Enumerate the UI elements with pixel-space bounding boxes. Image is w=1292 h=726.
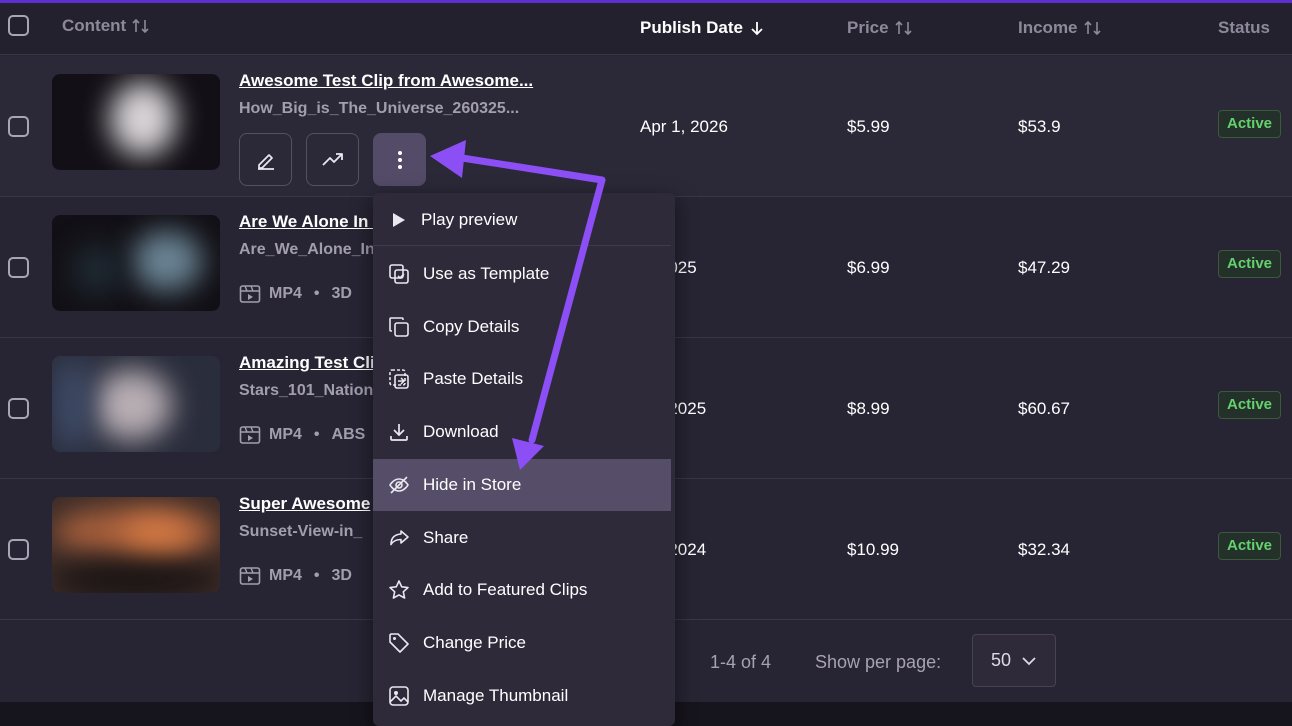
status-badge: Active: [1218, 110, 1282, 138]
income: $47.29: [1018, 258, 1070, 277]
paste-icon: [389, 369, 409, 389]
download-icon: [390, 424, 408, 441]
pencil-icon: [257, 153, 274, 170]
price: $8.99: [847, 399, 890, 418]
trending-up-icon: [321, 152, 343, 166]
table-row[interactable]: Awesome Test Clip from Awesome... How_Bi…: [0, 56, 1292, 197]
row-checkbox[interactable]: [8, 116, 29, 137]
edit-button[interactable]: [239, 133, 292, 186]
select-all-checkbox[interactable]: [8, 15, 29, 36]
star-icon: [389, 580, 409, 599]
image-icon: [389, 686, 409, 706]
play-icon: [393, 213, 405, 227]
column-header-income[interactable]: Income: [1018, 18, 1102, 38]
status-badge: Active: [1218, 532, 1282, 560]
video-file-icon: [239, 426, 261, 444]
eye-off-icon: [389, 476, 409, 494]
status-badge: Active: [1218, 391, 1282, 419]
context-menu: Play preview Use as Template Copy Detail…: [373, 193, 675, 726]
video-file-icon: [239, 567, 261, 585]
clip-meta: MP4 • ABS: [239, 425, 365, 445]
more-options-button[interactable]: [373, 133, 426, 186]
menu-item-change-price[interactable]: Change Price: [373, 617, 671, 669]
clip-meta: MP4 • 3D: [239, 566, 352, 586]
menu-item-manage-thumbnail[interactable]: Manage Thumbnail: [373, 670, 671, 722]
kebab-icon: [397, 150, 402, 169]
copy-icon: [389, 317, 409, 337]
clip-filename: How_Big_is_The_Universe_260325...: [239, 100, 520, 117]
arrow-down-icon: [751, 22, 763, 36]
income: $32.34: [1018, 540, 1070, 559]
column-header-publish-date[interactable]: Publish Date: [640, 18, 765, 38]
sort-icon: [1083, 20, 1101, 36]
share-icon: [390, 530, 409, 546]
menu-item-copy-details[interactable]: Copy Details: [373, 301, 671, 353]
column-header-price[interactable]: Price: [847, 18, 913, 38]
sort-icon: [132, 18, 149, 34]
clip-thumbnail[interactable]: [52, 215, 220, 311]
row-checkbox[interactable]: [8, 398, 29, 419]
table-header: Content Publish Date Price Income Status: [0, 3, 1292, 55]
per-page-label: Show per page:: [815, 652, 942, 672]
menu-item-share[interactable]: Share: [373, 512, 671, 564]
column-header-status[interactable]: Status: [1218, 18, 1270, 38]
video-file-icon: [239, 285, 261, 303]
clip-title[interactable]: Awesome Test Clip from Awesome...: [239, 71, 539, 91]
menu-divider: [373, 245, 671, 246]
income: $60.67: [1018, 399, 1070, 418]
page-count: 1-4 of 4: [710, 652, 772, 672]
row-checkbox[interactable]: [8, 257, 29, 278]
clip-thumbnail[interactable]: [52, 497, 220, 593]
template-icon: [389, 264, 409, 284]
clip-thumbnail[interactable]: [52, 74, 220, 170]
chevron-down-icon: [1022, 656, 1036, 665]
menu-item-play-preview[interactable]: Play preview: [373, 194, 671, 246]
status-badge: Active: [1218, 250, 1282, 278]
clip-meta: MP4 • 3D: [239, 284, 352, 304]
sort-icon: [895, 20, 912, 36]
menu-item-paste-details[interactable]: Paste Details: [373, 353, 671, 405]
menu-item-download[interactable]: Download: [373, 406, 671, 458]
row-checkbox[interactable]: [8, 539, 29, 560]
menu-item-hide-in-store[interactable]: Hide in Store: [373, 459, 671, 511]
publish-date: Apr 1, 2026: [640, 117, 728, 136]
menu-item-use-as-template[interactable]: Use as Template: [373, 248, 671, 300]
price: $6.99: [847, 258, 890, 277]
clip-thumbnail[interactable]: [52, 356, 220, 452]
tag-icon: [389, 633, 409, 653]
price: $5.99: [847, 117, 890, 136]
per-page-select[interactable]: 50: [972, 634, 1056, 687]
menu-item-add-to-featured-clips[interactable]: Add to Featured Clips: [373, 564, 671, 616]
income: $53.9: [1018, 117, 1061, 136]
analytics-button[interactable]: [306, 133, 359, 186]
column-header-content[interactable]: Content: [62, 16, 150, 36]
price: $10.99: [847, 540, 899, 559]
